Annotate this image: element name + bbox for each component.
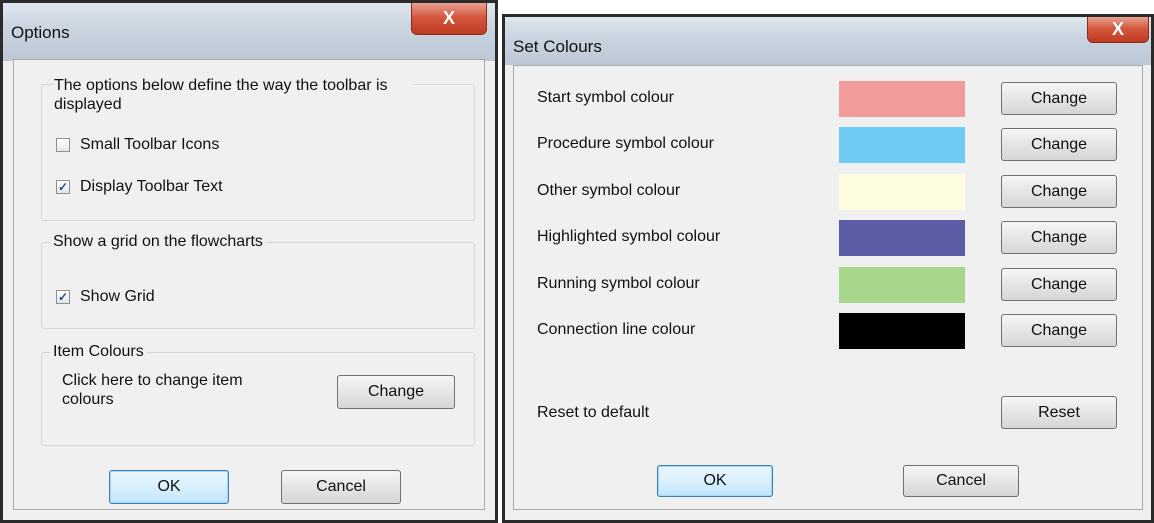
running-symbol-colour-swatch: [839, 267, 965, 303]
show-grid-row[interactable]: ✓ Show Grid: [56, 288, 155, 306]
colours-cancel-button[interactable]: Cancel: [903, 465, 1019, 497]
highlighted-symbol-colour-swatch: [839, 220, 965, 256]
other-symbol-colour-label: Other symbol colour: [537, 182, 681, 199]
set-colours-dialog: Set Colours X Start symbol colour Change…: [502, 14, 1154, 523]
colours-title: Set Colours: [513, 37, 602, 56]
show-grid-checkbox[interactable]: ✓: [56, 290, 70, 304]
highlighted-symbol-colour-label: Highlighted symbol colour: [537, 228, 721, 245]
highlighted-symbol-change-button[interactable]: Change: [1001, 221, 1117, 254]
options-title: Options: [11, 23, 70, 42]
colours-client-area: Start symbol colour Change Procedure sym…: [513, 65, 1143, 510]
options-dialog: Options X The options below define the w…: [0, 0, 498, 523]
colours-close-button[interactable]: X: [1087, 17, 1149, 43]
item-colours-group-label: Item Colours: [50, 343, 147, 361]
procedure-symbol-change-button[interactable]: Change: [1001, 128, 1117, 161]
options-client-area: The options below define the way the too…: [13, 59, 485, 510]
item-colours-change-button[interactable]: Change: [337, 375, 455, 409]
options-cancel-button[interactable]: Cancel: [281, 470, 401, 504]
close-icon: X: [442, 8, 455, 28]
close-icon: X: [1111, 19, 1124, 39]
display-toolbar-text-row[interactable]: ✓ Display Toolbar Text: [56, 178, 223, 196]
reset-to-default-label: Reset to default: [537, 404, 650, 421]
toolbar-options-description: The options below define the way the too…: [54, 76, 414, 114]
connection-line-colour-label: Connection line colour: [537, 321, 696, 338]
procedure-symbol-colour-label: Procedure symbol colour: [537, 135, 714, 152]
colours-ok-button[interactable]: OK: [657, 465, 773, 497]
start-symbol-colour-swatch: [839, 81, 965, 117]
procedure-symbol-colour-swatch: [839, 127, 965, 163]
grid-group-label: Show a grid on the flowcharts: [50, 233, 266, 251]
display-toolbar-text-label: Display Toolbar Text: [80, 178, 223, 195]
grid-options-group: [41, 242, 475, 329]
display-toolbar-text-checkbox[interactable]: ✓: [56, 180, 70, 194]
options-title-bar[interactable]: Options X: [3, 3, 495, 61]
small-toolbar-icons-label: Small Toolbar Icons: [80, 136, 220, 153]
connection-line-change-button[interactable]: Change: [1001, 314, 1117, 347]
start-symbol-change-button[interactable]: Change: [1001, 82, 1117, 115]
start-symbol-colour-label: Start symbol colour: [537, 89, 674, 106]
item-colours-description: Click here to change item colours: [62, 372, 243, 408]
other-symbol-change-button[interactable]: Change: [1001, 175, 1117, 208]
options-close-button[interactable]: X: [411, 3, 487, 35]
options-ok-button[interactable]: OK: [109, 470, 229, 504]
running-symbol-change-button[interactable]: Change: [1001, 268, 1117, 301]
small-toolbar-icons-checkbox[interactable]: [56, 138, 70, 152]
running-symbol-colour-label: Running symbol colour: [537, 275, 700, 292]
connection-line-colour-swatch: [839, 313, 965, 349]
reset-button[interactable]: Reset: [1001, 396, 1117, 429]
show-grid-label: Show Grid: [80, 288, 155, 305]
other-symbol-colour-swatch: [839, 174, 965, 210]
small-toolbar-icons-row[interactable]: Small Toolbar Icons: [56, 136, 219, 154]
colours-title-bar[interactable]: Set Colours X: [505, 17, 1151, 65]
